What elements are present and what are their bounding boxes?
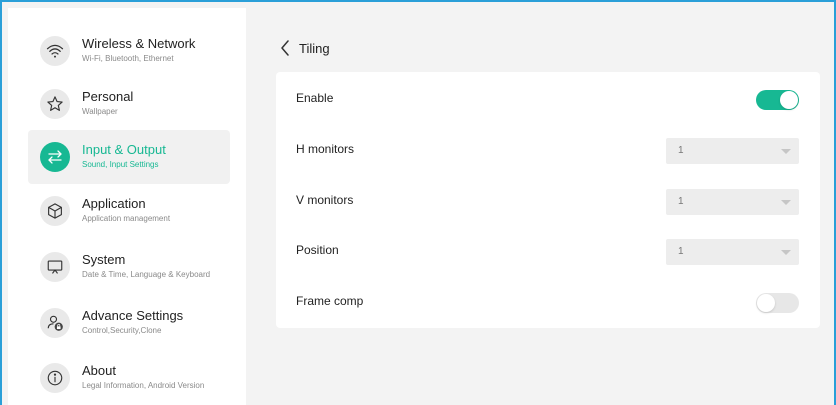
main-content: Tiling Enable H monitors 1 V monitors 1	[246, 8, 834, 405]
sidebar-item-title: Wireless & Network	[82, 36, 196, 51]
v-monitors-select[interactable]: 1	[666, 189, 799, 215]
position-select[interactable]: 1	[666, 239, 799, 265]
sidebar-item-title: Advance Settings	[82, 308, 184, 323]
sidebar: Wireless & Network Wi-Fi, Bluetooth, Eth…	[8, 8, 246, 405]
sidebar-item-title: Personal	[82, 89, 134, 104]
wifi-icon	[40, 36, 70, 66]
page-title: Tiling	[299, 40, 330, 56]
tiling-settings-panel: Enable H monitors 1 V monitors 1 Positio…	[276, 72, 820, 328]
sidebar-item-subtitle: Control,Security,Clone	[82, 326, 162, 335]
star-icon	[40, 89, 70, 119]
sidebar-item-system[interactable]: System Date & Time, Language & Keyboard	[28, 240, 230, 294]
v-monitors-label: V monitors	[296, 193, 354, 207]
dropdown-arrow-icon	[781, 200, 791, 205]
h-monitors-label: H monitors	[296, 142, 355, 156]
back-button[interactable]: Tiling	[280, 38, 330, 58]
position-row: Position 1	[276, 226, 820, 277]
sidebar-item-title: About	[82, 363, 116, 378]
user-lock-icon	[40, 308, 70, 338]
sidebar-item-wireless-network[interactable]: Wireless & Network Wi-Fi, Bluetooth, Eth…	[28, 24, 230, 78]
position-label: Position	[296, 243, 339, 257]
cube-icon	[40, 196, 70, 226]
sidebar-item-subtitle: Application management	[82, 214, 171, 223]
sidebar-item-subtitle: Wi-Fi, Bluetooth, Ethernet	[82, 54, 174, 63]
sidebar-item-title: System	[82, 252, 126, 267]
toggle-knob	[780, 91, 798, 109]
v-monitors-row: V monitors 1	[276, 176, 820, 227]
frame-comp-row: Frame comp	[276, 277, 820, 328]
sidebar-item-subtitle: Date & Time, Language & Keyboard	[82, 270, 211, 279]
sidebar-item-title: Input & Output	[82, 142, 166, 157]
h-monitors-select[interactable]: 1	[666, 138, 799, 164]
swap-arrows-icon	[40, 142, 70, 172]
enable-toggle[interactable]	[756, 90, 799, 110]
sidebar-item-input-output[interactable]: Input & Output Sound, Input Settings	[28, 130, 230, 184]
sidebar-item-title: Application	[82, 196, 146, 211]
select-value: 1	[678, 196, 684, 207]
monitor-icon	[40, 252, 70, 282]
sidebar-item-subtitle: Legal Information, Android Version	[82, 381, 205, 390]
frame-comp-label: Frame comp	[296, 294, 364, 308]
select-value: 1	[678, 145, 684, 156]
dropdown-arrow-icon	[781, 250, 791, 255]
sidebar-item-subtitle: Wallpaper	[82, 107, 118, 116]
sidebar-item-subtitle: Sound, Input Settings	[82, 160, 159, 169]
sidebar-item-about[interactable]: About Legal Information, Android Version	[28, 351, 230, 405]
select-value: 1	[678, 246, 684, 257]
h-monitors-row: H monitors 1	[276, 125, 820, 176]
sidebar-item-personal[interactable]: Personal Wallpaper	[28, 77, 230, 131]
enable-label: Enable	[296, 91, 334, 105]
dropdown-arrow-icon	[781, 149, 791, 154]
chevron-left-icon	[281, 40, 289, 56]
sidebar-item-application[interactable]: Application Application management	[28, 184, 230, 238]
sidebar-item-advance-settings[interactable]: Advance Settings Control,Security,Clone	[28, 296, 230, 350]
toggle-knob	[757, 294, 775, 312]
enable-row: Enable	[276, 74, 820, 125]
frame-comp-toggle[interactable]	[756, 293, 799, 313]
info-icon	[40, 363, 70, 393]
settings-window: Wireless & Network Wi-Fi, Bluetooth, Eth…	[0, 0, 836, 405]
